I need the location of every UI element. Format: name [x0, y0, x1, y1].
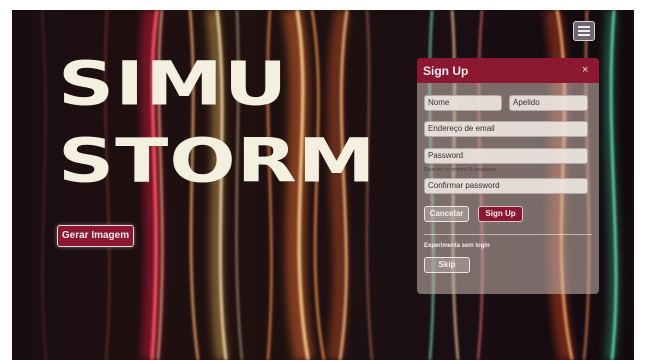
hero-background: SIMU STORM Gerar Imagem Sign Up × Nome A… — [12, 10, 634, 360]
guest-label: Experimenta sem login — [424, 243, 490, 249]
signup-panel-header: Sign Up × — [417, 58, 599, 83]
surname-field[interactable]: Apelido — [509, 95, 588, 111]
signup-panel-title: Sign Up — [423, 64, 469, 78]
skip-button[interactable]: Skip — [424, 257, 470, 273]
menu-bar — [578, 26, 590, 28]
signup-button[interactable]: Sign Up — [478, 206, 523, 222]
confirm-password-field[interactable]: Confirmar password — [424, 178, 588, 194]
hero-title-line-1: SIMU — [58, 49, 289, 120]
password-field[interactable]: Password — [424, 148, 588, 164]
password-hint: Deve ter no mínimo 8 caracteres. — [424, 167, 498, 173]
close-icon[interactable]: × — [582, 64, 588, 76]
generate-image-button[interactable]: Gerar Imagem — [57, 225, 134, 247]
signup-panel: Sign Up × Nome Apelido Endereço de email… — [417, 58, 599, 294]
hero-title-line-2: STORM — [58, 126, 377, 197]
name-field[interactable]: Nome — [424, 95, 502, 111]
email-field[interactable]: Endereço de email — [424, 121, 588, 137]
menu-bar — [578, 30, 590, 32]
cancel-button[interactable]: Cancelar — [424, 206, 469, 222]
divider — [424, 234, 592, 235]
menu-bar — [578, 34, 590, 36]
hamburger-menu-icon[interactable] — [573, 21, 595, 41]
